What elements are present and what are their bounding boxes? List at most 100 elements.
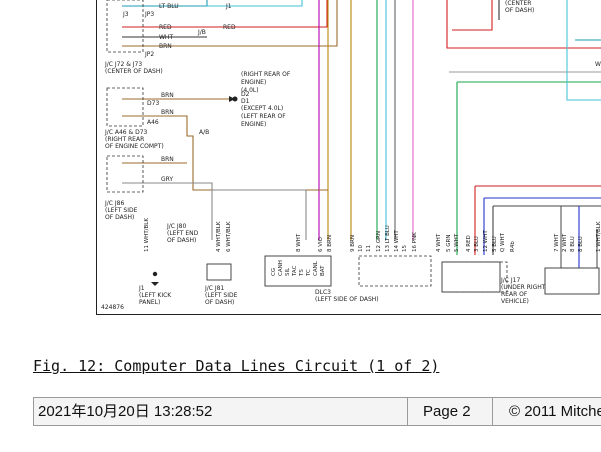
wire-label-red2: RED xyxy=(223,24,236,31)
vertical-wire-label: 6 WHT/BLK xyxy=(226,221,232,252)
wire-label-brn2: BRN xyxy=(161,92,174,99)
connector-j81 xyxy=(206,263,232,281)
label-right_rear_l2: OF ENGINE COMPT) xyxy=(105,143,164,150)
sensor-box xyxy=(544,267,600,295)
footer-page-number: Page 2 xyxy=(423,403,471,420)
vertical-wire-label: 11 xyxy=(366,245,372,252)
vertical-wire-label: 9 BRN xyxy=(350,235,356,252)
vertical-wire-label: 13 LT BLU xyxy=(385,225,391,252)
wire-brn-a46 xyxy=(122,115,328,191)
dlc-pin-label: TS xyxy=(299,269,305,277)
wire-red-center xyxy=(452,0,493,31)
wire-label-brn3: BRN xyxy=(161,109,174,116)
connector-label-a46: A46 xyxy=(147,119,159,126)
connector-label-d1: D1 xyxy=(241,98,250,105)
connector-j86-box xyxy=(106,155,144,193)
connector-dlc3-box xyxy=(358,255,432,287)
center-dash-label: (CENTER xyxy=(505,0,531,7)
wiring-diagram: J/C J72 & J73 (CENTER OF DASH) J/C A46 & D… xyxy=(96,0,601,315)
footer-datetime: 2021年10月20日 13:28:52 xyxy=(38,403,213,420)
connector-label-jp3: JP3 xyxy=(144,11,154,18)
vertical-wire-label: 11 WHT/BLK xyxy=(144,218,150,252)
vertical-wire-label: 4 WHT xyxy=(436,233,442,252)
ground-j1-symbol xyxy=(151,282,159,286)
diagram-id: 424876 xyxy=(101,304,124,311)
wire-label-red: RED xyxy=(159,24,172,31)
vertical-wire-label: 16 PNK xyxy=(412,232,418,252)
wire-label-brn4: BRN xyxy=(161,156,174,163)
wire-label-wht: WHT xyxy=(159,34,173,41)
connector-j17 xyxy=(441,261,501,293)
connector-label-jp2: JP2 xyxy=(144,51,154,58)
bottom-label-jcj17: REAR OF xyxy=(501,291,528,298)
bottom-label-jcj17: J/C J17 xyxy=(500,277,520,284)
bottom-label-jc80: J/C J80 xyxy=(166,223,186,230)
vertical-wire-label: 4 RED xyxy=(466,235,472,252)
footer-divider xyxy=(492,398,493,425)
connector-label-d73: D73 xyxy=(147,100,159,107)
bottom-label-jcj81: J/C J81 xyxy=(204,285,224,292)
right-edge-text: W xyxy=(595,61,601,68)
label-jc72: J/C J72 & J73 xyxy=(104,61,142,68)
engine-label: (LEFT REAR OF xyxy=(241,113,286,120)
dlc-pin-label: CANH xyxy=(278,260,284,276)
bottom-label-j1: PANEL) xyxy=(139,299,160,306)
wire-label-ltblu: LT BLU xyxy=(159,3,179,10)
vertical-wire-label: 12 WHT xyxy=(483,230,489,252)
vertical-wire-label: 7 WHT xyxy=(554,233,560,252)
center-dash-label: OF DASH) xyxy=(505,7,534,14)
wire-label-gry: GRY xyxy=(161,176,173,183)
wiring-diagram-svg: J/C J72 & J73(CENTER OF DASH)J/C A46 & D… xyxy=(101,0,601,311)
vertical-wire-label: R4b xyxy=(510,241,516,252)
vertical-wire-label: Q WHT xyxy=(500,232,506,252)
engine-label: ENGINE) xyxy=(241,121,266,128)
bottom-label-dlc3: DLC3 xyxy=(315,289,331,296)
vertical-wire-label: 5 GRN xyxy=(446,235,452,252)
vertical-wire-label: 8 BRN xyxy=(327,235,333,252)
wire-label-j3: J3 xyxy=(122,11,129,18)
bottom-label-jc80: OF DASH) xyxy=(167,237,196,244)
label-jc46: J/C A46 & D73 xyxy=(104,129,148,136)
page-footer: 2021年10月20日 13:28:52 Page 2 © 2011 Mitch… xyxy=(33,397,601,426)
connector-d73-box xyxy=(106,87,144,127)
dlc-pin-label: CANL xyxy=(313,260,319,276)
bottom-label-jcj81: OF DASH) xyxy=(205,299,234,306)
label-left_side_l1: (LEFT SIDE xyxy=(105,207,138,214)
bottom-label-jcj17: (UNDER RIGHT xyxy=(501,284,546,291)
vertical-wire-label: 5 WHT xyxy=(454,233,460,252)
bottom-label-j1: J1 xyxy=(138,285,145,292)
label-right_rear_l1: (RIGHT REAR xyxy=(105,136,144,143)
dlc-pin-label: TAC xyxy=(292,265,298,277)
bottom-label-jcj81: (LEFT SIDE xyxy=(205,292,238,299)
bottom-label-jcj17: VEHICLE) xyxy=(501,298,529,305)
footer-divider xyxy=(407,398,408,425)
vertical-wire-label: 6 VIO xyxy=(318,236,324,252)
bottom-label-jc80: (LEFT END xyxy=(167,230,199,237)
footer-copyright: © 2011 Mitche xyxy=(509,403,601,420)
vertical-wire-label: 8 BLU xyxy=(570,236,576,252)
bottom-label-dlc3: (LEFT SIDE OF DASH) xyxy=(315,296,379,303)
wire-cyan-top xyxy=(207,0,303,7)
vertical-wire-label: 1 WHT/BLK xyxy=(596,221,601,252)
vertical-wire-label: 8 BLU xyxy=(578,236,584,252)
engine-label: (EXCEPT 4.0L) xyxy=(241,105,283,112)
connector-label-jb: J/B xyxy=(197,29,206,36)
vertical-wire-label: 14 WHT xyxy=(394,230,400,252)
vertical-wire-label: 3 BLU xyxy=(474,236,480,252)
wire-label-brn1: BRN xyxy=(159,43,172,50)
connector-label-ab: A/B xyxy=(199,129,209,136)
dlc-pin-label: BAT xyxy=(320,265,326,276)
vertical-wire-label: 2 WHT xyxy=(562,233,568,252)
label-center_dash: (CENTER OF DASH) xyxy=(105,68,163,75)
label-jc86: J/C J86 xyxy=(104,200,124,207)
vertical-wire-label: 8 WHT xyxy=(296,233,302,252)
dlc-pin-label: SIL xyxy=(285,267,291,276)
dlc-pin-label: TC xyxy=(306,269,312,277)
vertical-wire-label: 10 xyxy=(358,245,364,252)
engine-label: ENGINE) xyxy=(241,79,266,86)
engine-label: (4.0L) xyxy=(241,87,259,94)
vertical-wire-label: 4 WHT/BLK xyxy=(216,221,222,252)
vertical-wire-label: 5 BLU xyxy=(492,236,498,252)
vertical-wire-label: 15 xyxy=(402,245,408,252)
engine-label: (RIGHT REAR OF xyxy=(241,71,291,78)
